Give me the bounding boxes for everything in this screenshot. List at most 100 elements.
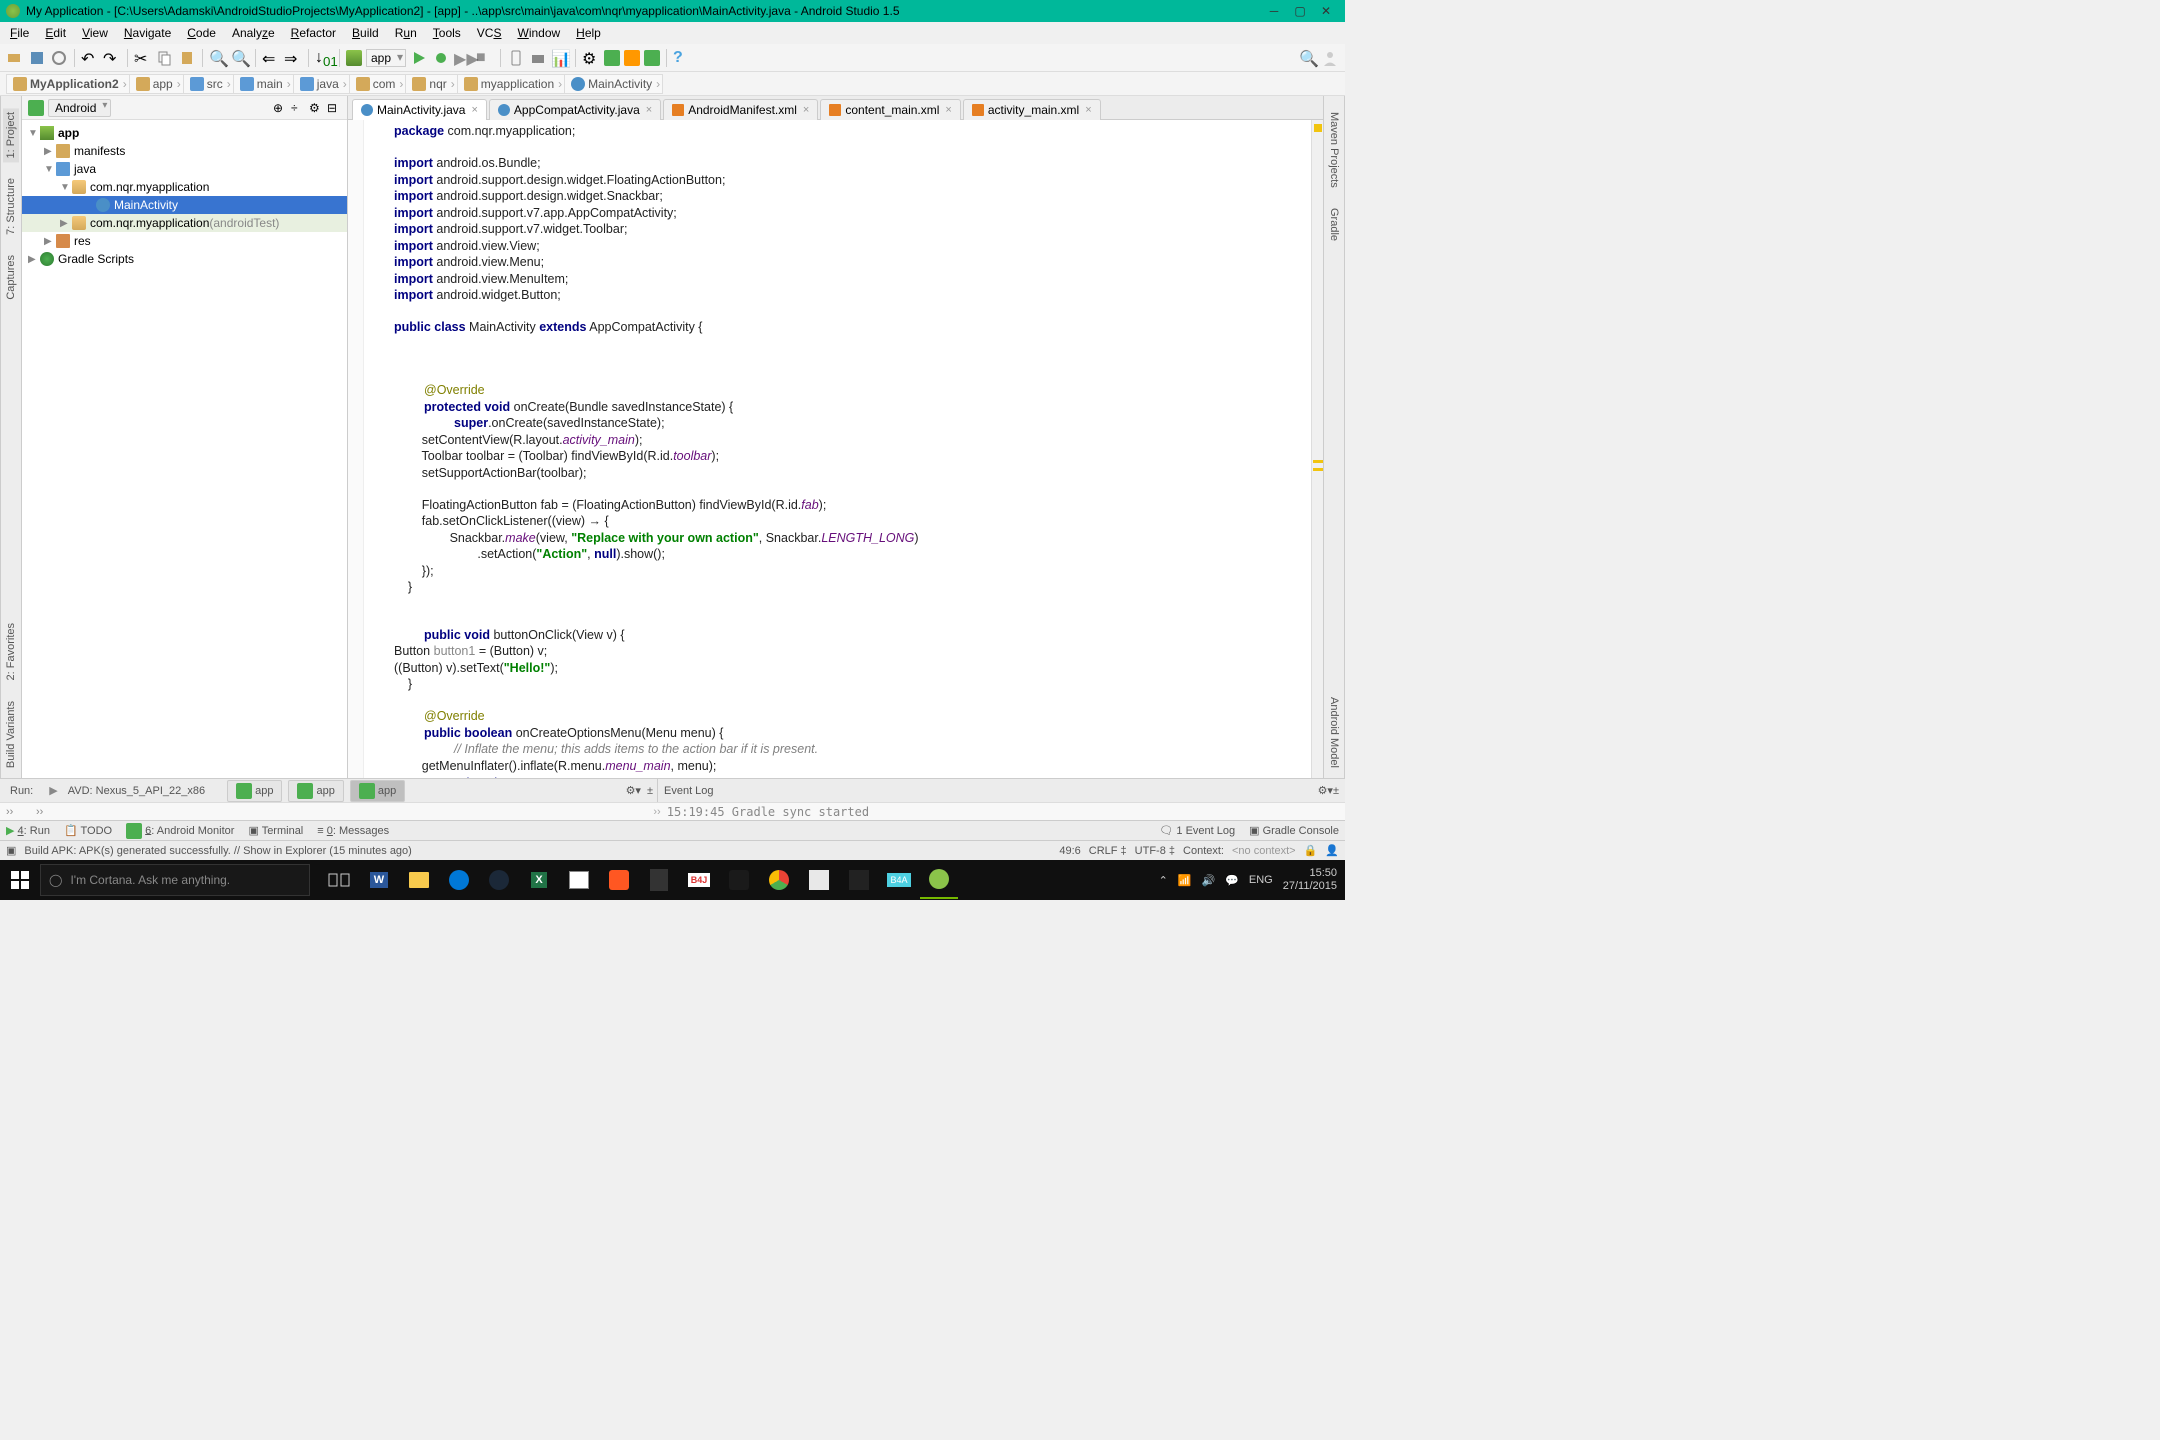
tab-event-log[interactable]: 🗨 1 Event Log — [1159, 824, 1235, 837]
menu-analyze[interactable]: Analyze — [226, 24, 281, 42]
tool-maven[interactable]: Maven Projects — [1326, 108, 1342, 192]
warning-indicator-icon[interactable] — [1314, 124, 1322, 132]
event-settings-icon[interactable]: ⚙▾ — [1318, 784, 1333, 797]
menu-window[interactable]: Window — [511, 24, 566, 42]
crumb-pkg[interactable]: myapplication — [457, 74, 565, 94]
line-ending[interactable]: CRLF ‡ — [1089, 845, 1127, 857]
chrome-icon[interactable] — [760, 861, 798, 899]
sdk-icon[interactable] — [529, 49, 547, 67]
open-icon[interactable] — [6, 49, 24, 67]
calculator-icon[interactable] — [640, 861, 678, 899]
save-icon[interactable] — [28, 49, 46, 67]
cortana-search[interactable]: ◯ I'm Cortana. Ask me anything. — [40, 864, 310, 896]
attach-icon[interactable]: ▶▶ — [454, 49, 472, 67]
monitor-icon[interactable]: 📊 — [551, 49, 569, 67]
taskbar-clock[interactable]: 15:50 27/11/2015 — [1283, 867, 1337, 893]
crumb-nqr[interactable]: nqr — [405, 74, 457, 94]
menu-code[interactable]: Code — [181, 24, 222, 42]
android-studio-icon[interactable] — [920, 861, 958, 899]
crumb-class[interactable]: MainActivity — [564, 74, 663, 94]
structure-icon[interactable]: ⚙ — [582, 49, 600, 67]
close-button[interactable]: ✕ — [1313, 4, 1339, 18]
run-hide-icon[interactable]: ± — [647, 785, 653, 797]
file-encoding[interactable]: UTF-8 ‡ — [1135, 845, 1175, 857]
copy-icon[interactable] — [156, 49, 174, 67]
tab-terminal[interactable]: ▣ Terminal — [248, 824, 303, 837]
tab-todo[interactable]: 📋 TODO — [64, 824, 112, 837]
hide-icon[interactable]: ⊟ — [327, 101, 341, 115]
project-view-dropdown[interactable]: Android — [48, 99, 111, 117]
crumb-src[interactable]: src — [183, 74, 234, 94]
settings-icon[interactable]: ⚙ — [309, 101, 323, 115]
tab-manifest[interactable]: AndroidManifest.xml× — [663, 99, 818, 120]
android-icon-2[interactable] — [624, 50, 640, 66]
tool-favorites[interactable]: 2: Favorites — [3, 619, 19, 684]
close-tab-icon[interactable]: × — [945, 104, 951, 116]
caret-position[interactable]: 49:6 — [1059, 845, 1080, 857]
close-tab-icon[interactable]: × — [1085, 104, 1091, 116]
editor-gutter[interactable] — [348, 120, 364, 778]
inspector-icon[interactable]: 👤 — [1325, 844, 1339, 857]
app-icon-4[interactable]: B4A — [880, 861, 918, 899]
find-icon[interactable]: 🔍 — [209, 49, 227, 67]
undo-icon[interactable]: ↶ — [81, 49, 99, 67]
event-hide-icon[interactable]: ± — [1333, 785, 1339, 797]
forward-icon[interactable]: ⇒ — [284, 49, 302, 67]
tool-project[interactable]: 1: Project — [3, 108, 19, 162]
debug-icon[interactable] — [432, 49, 450, 67]
redo-icon[interactable]: ↷ — [103, 49, 121, 67]
search-everywhere-icon[interactable]: 🔍 — [1299, 49, 1317, 67]
notifications-icon[interactable]: 💬 — [1225, 874, 1239, 887]
user-icon[interactable] — [1321, 49, 1339, 67]
status-toggle-icon[interactable]: ▣ — [6, 844, 16, 857]
close-tab-icon[interactable]: × — [803, 104, 809, 116]
explorer-icon[interactable] — [400, 861, 438, 899]
tab-main-activity[interactable]: MainActivity.java× — [352, 99, 487, 120]
tray-expand-icon[interactable]: ⌃ — [1159, 874, 1168, 887]
crumb-project[interactable]: MyApplication2 — [6, 74, 130, 94]
word-icon[interactable]: W — [360, 861, 398, 899]
cut-icon[interactable]: ✂ — [134, 49, 152, 67]
tab-android-monitor[interactable]: 6: Android Monitor — [126, 823, 234, 839]
menu-vcs[interactable]: VCS — [471, 24, 508, 42]
menu-file[interactable]: File — [4, 24, 35, 42]
volume-icon[interactable]: 🔊 — [1202, 874, 1216, 887]
edge-icon[interactable] — [440, 861, 478, 899]
tab-appcompat[interactable]: AppCompatActivity.java× — [489, 99, 661, 120]
code-editor[interactable]: package com.nqr.myapplication; import an… — [364, 120, 1311, 778]
unity-icon[interactable] — [840, 861, 878, 899]
scroll-from-source-icon[interactable]: ⊕ — [273, 101, 287, 115]
tab-content-main[interactable]: content_main.xml× — [820, 99, 960, 120]
menu-build[interactable]: Build — [346, 24, 385, 42]
close-tab-icon[interactable]: × — [471, 104, 477, 116]
android-icon-3[interactable] — [644, 50, 660, 66]
menu-view[interactable]: View — [76, 24, 114, 42]
app-icon-1[interactable] — [600, 861, 638, 899]
wifi-icon[interactable]: 📶 — [1178, 874, 1192, 887]
run-tab-2[interactable]: app — [288, 780, 343, 802]
tool-android-model[interactable]: Android Model — [1326, 693, 1342, 772]
task-view-icon[interactable] — [320, 861, 358, 899]
crumb-main[interactable]: main — [233, 74, 294, 94]
tool-gradle[interactable]: Gradle — [1326, 204, 1342, 245]
crumb-app[interactable]: app — [129, 74, 184, 94]
menu-help[interactable]: Help — [570, 24, 607, 42]
run-tab-1[interactable]: app — [227, 780, 282, 802]
replace-icon[interactable]: 🔍 — [231, 49, 249, 67]
back-icon[interactable]: ⇐ — [262, 49, 280, 67]
avd-icon[interactable] — [507, 49, 525, 67]
run-config-dropdown[interactable]: app▾ — [366, 49, 406, 67]
run-tab-3[interactable]: app — [350, 780, 405, 802]
tool-build-variants[interactable]: Build Variants — [3, 697, 19, 772]
tab-messages[interactable]: ≡ 0: Messages — [317, 825, 389, 837]
close-tab-icon[interactable]: × — [646, 104, 652, 116]
android-icon-1[interactable] — [604, 50, 620, 66]
menu-refactor[interactable]: Refactor — [285, 24, 342, 42]
calendar-icon[interactable] — [800, 861, 838, 899]
collapse-all-icon[interactable]: ÷ — [291, 101, 305, 115]
stop-icon[interactable]: ■ — [476, 49, 494, 67]
start-button[interactable] — [0, 860, 40, 900]
language-indicator[interactable]: ENG — [1249, 874, 1273, 886]
menu-navigate[interactable]: Navigate — [118, 24, 177, 42]
run-settings-icon[interactable]: ⚙▾ — [626, 784, 641, 797]
